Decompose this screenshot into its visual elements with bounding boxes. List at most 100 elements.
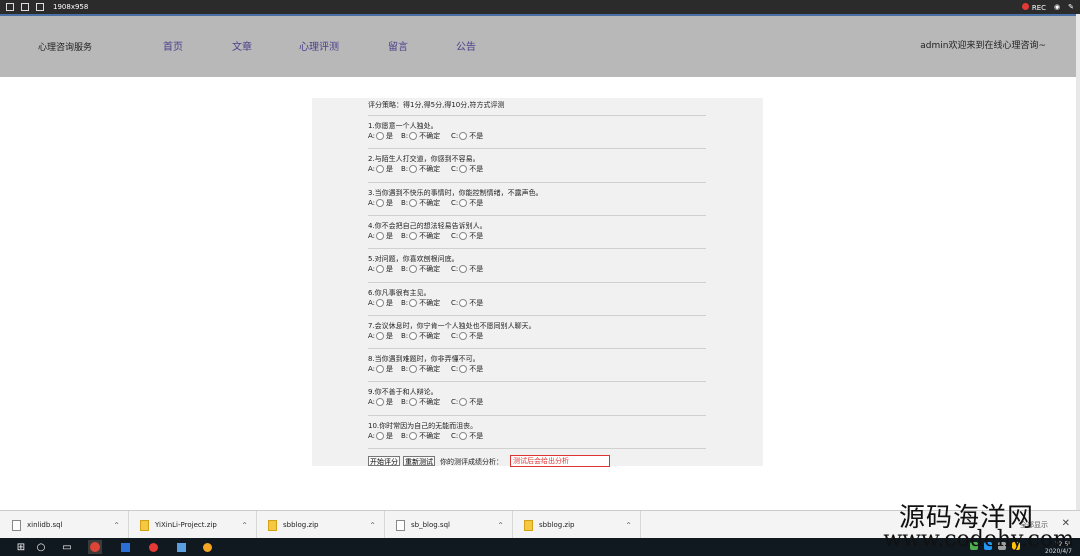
chevron-up-icon[interactable]: ⌃	[369, 521, 376, 530]
result-field[interactable]: 测试后会给出分析	[510, 455, 610, 467]
option-a[interactable]: A: 是	[368, 264, 401, 274]
recorder-app-icon[interactable]	[146, 540, 160, 554]
option-b[interactable]: B: 不确定	[401, 198, 451, 208]
nav-articles[interactable]: 文章	[232, 38, 252, 53]
radio-icon[interactable]	[459, 165, 468, 174]
option-b[interactable]: B: 不确定	[401, 164, 451, 174]
radio-icon[interactable]	[409, 231, 418, 240]
option-a[interactable]: A: 是	[368, 364, 401, 374]
quiz-panel: 评分策略：得1分,得5分,得10分,符方式评测 1.你愿意一个人独处。 A: 是 B:…	[312, 98, 763, 467]
radio-icon[interactable]	[376, 431, 385, 440]
option-a[interactable]: A: 是	[368, 198, 401, 208]
crop-icon[interactable]	[35, 2, 45, 12]
option-b[interactable]: B: 不确定	[401, 298, 451, 308]
radio-icon[interactable]	[376, 231, 385, 240]
radio-icon[interactable]	[409, 398, 418, 407]
question-divider	[368, 248, 706, 250]
option-c[interactable]: C: 不是	[451, 397, 483, 407]
download-item[interactable]: sbblog.zip ⌃	[256, 511, 385, 539]
colorful-app-icon[interactable]	[200, 540, 214, 554]
rec-indicator[interactable]: REC	[1021, 2, 1046, 12]
radio-icon[interactable]	[459, 331, 468, 340]
option-c[interactable]: C: 不是	[451, 231, 483, 241]
option-c[interactable]: C: 不是	[451, 164, 483, 174]
app-icon[interactable]	[174, 540, 188, 554]
option-b[interactable]: B: 不确定	[401, 397, 451, 407]
option-c-letter: C:	[451, 198, 459, 207]
option-a[interactable]: A: 是	[368, 298, 401, 308]
ide-icon[interactable]	[118, 540, 132, 554]
option-c[interactable]: C: 不是	[451, 364, 483, 374]
radio-icon[interactable]	[376, 265, 385, 274]
radio-icon[interactable]	[409, 431, 418, 440]
option-c[interactable]: C: 不是	[451, 131, 483, 141]
radio-icon[interactable]	[459, 198, 468, 207]
page-scrollbar[interactable]	[1076, 14, 1080, 510]
option-b[interactable]: B: 不确定	[401, 131, 451, 141]
option-a[interactable]: A: 是	[368, 164, 401, 174]
question-text: 3.当你遇到不快乐的事情时，你能控制情绪，不露声色。	[368, 188, 543, 197]
option-b[interactable]: B: 不确定	[401, 264, 451, 274]
download-item[interactable]: sb_blog.sql ⌃	[384, 511, 513, 539]
radio-icon[interactable]	[459, 265, 468, 274]
chrome-icon[interactable]	[88, 540, 102, 554]
window-icon[interactable]	[20, 2, 30, 12]
windows-start-icon[interactable]: ⊞	[14, 540, 28, 554]
option-c[interactable]: C: 不是	[451, 198, 483, 208]
option-a[interactable]: A: 是	[368, 431, 401, 441]
nav-messages[interactable]: 留言	[388, 38, 408, 53]
pen-icon[interactable]: ✎	[1068, 3, 1074, 11]
menu-icon[interactable]	[5, 2, 15, 12]
radio-icon[interactable]	[409, 298, 418, 307]
download-item[interactable]: YiXinLi-Project.zip ⌃	[128, 511, 257, 539]
option-b[interactable]: B: 不确定	[401, 364, 451, 374]
download-item[interactable]: xinlidb.sql ⌃	[0, 511, 129, 539]
radio-icon[interactable]	[459, 431, 468, 440]
nav-notices[interactable]: 公告	[456, 38, 476, 53]
radio-icon[interactable]	[409, 265, 418, 274]
radio-icon[interactable]	[409, 132, 418, 140]
welcome-text: admin欢迎来到在线心理咨询~	[920, 41, 1046, 51]
radio-icon[interactable]	[459, 398, 468, 407]
site-brand[interactable]: 心理咨询服务	[38, 40, 92, 53]
option-b[interactable]: B: 不确定	[401, 231, 451, 241]
radio-icon[interactable]	[409, 165, 418, 174]
radio-icon[interactable]	[459, 132, 468, 140]
option-b[interactable]: B: 不确定	[401, 331, 451, 341]
radio-icon[interactable]	[376, 365, 385, 374]
option-c[interactable]: C: 不是	[451, 431, 483, 441]
radio-icon[interactable]	[376, 298, 385, 307]
option-a[interactable]: A: 是	[368, 131, 401, 141]
option-c[interactable]: C: 不是	[451, 331, 483, 341]
chevron-up-icon[interactable]: ⌃	[625, 521, 632, 530]
option-a[interactable]: A: 是	[368, 397, 401, 407]
radio-icon[interactable]	[459, 365, 468, 374]
radio-icon[interactable]	[459, 298, 468, 307]
retest-button[interactable]: 重新测试	[403, 456, 435, 466]
task-view-icon[interactable]: ▭	[60, 540, 74, 554]
chevron-up-icon[interactable]: ⌃	[241, 521, 248, 530]
nav-assessment[interactable]: 心理评测	[299, 38, 339, 53]
option-c[interactable]: C: 不是	[451, 264, 483, 274]
search-icon[interactable]: ○	[34, 540, 48, 554]
radio-icon[interactable]	[409, 365, 418, 374]
option-c-text: 不是	[469, 331, 484, 340]
camera-icon[interactable]: ◉	[1054, 3, 1060, 11]
radio-icon[interactable]	[409, 331, 418, 340]
radio-icon[interactable]	[376, 331, 385, 340]
radio-icon[interactable]	[409, 198, 418, 207]
nav-home[interactable]: 首页	[163, 38, 183, 53]
radio-icon[interactable]	[376, 165, 385, 174]
radio-icon[interactable]	[459, 231, 468, 240]
option-a[interactable]: A: 是	[368, 331, 401, 341]
radio-icon[interactable]	[376, 198, 385, 207]
start-score-button[interactable]: 开始评分	[368, 456, 400, 466]
chevron-up-icon[interactable]: ⌃	[113, 521, 120, 530]
download-item[interactable]: sbblog.zip ⌃	[512, 511, 641, 539]
option-a[interactable]: A: 是	[368, 231, 401, 241]
radio-icon[interactable]	[376, 132, 385, 140]
chevron-up-icon[interactable]: ⌃	[497, 521, 504, 530]
radio-icon[interactable]	[376, 398, 385, 407]
option-c[interactable]: C: 不是	[451, 298, 483, 308]
option-b[interactable]: B: 不确定	[401, 431, 451, 441]
